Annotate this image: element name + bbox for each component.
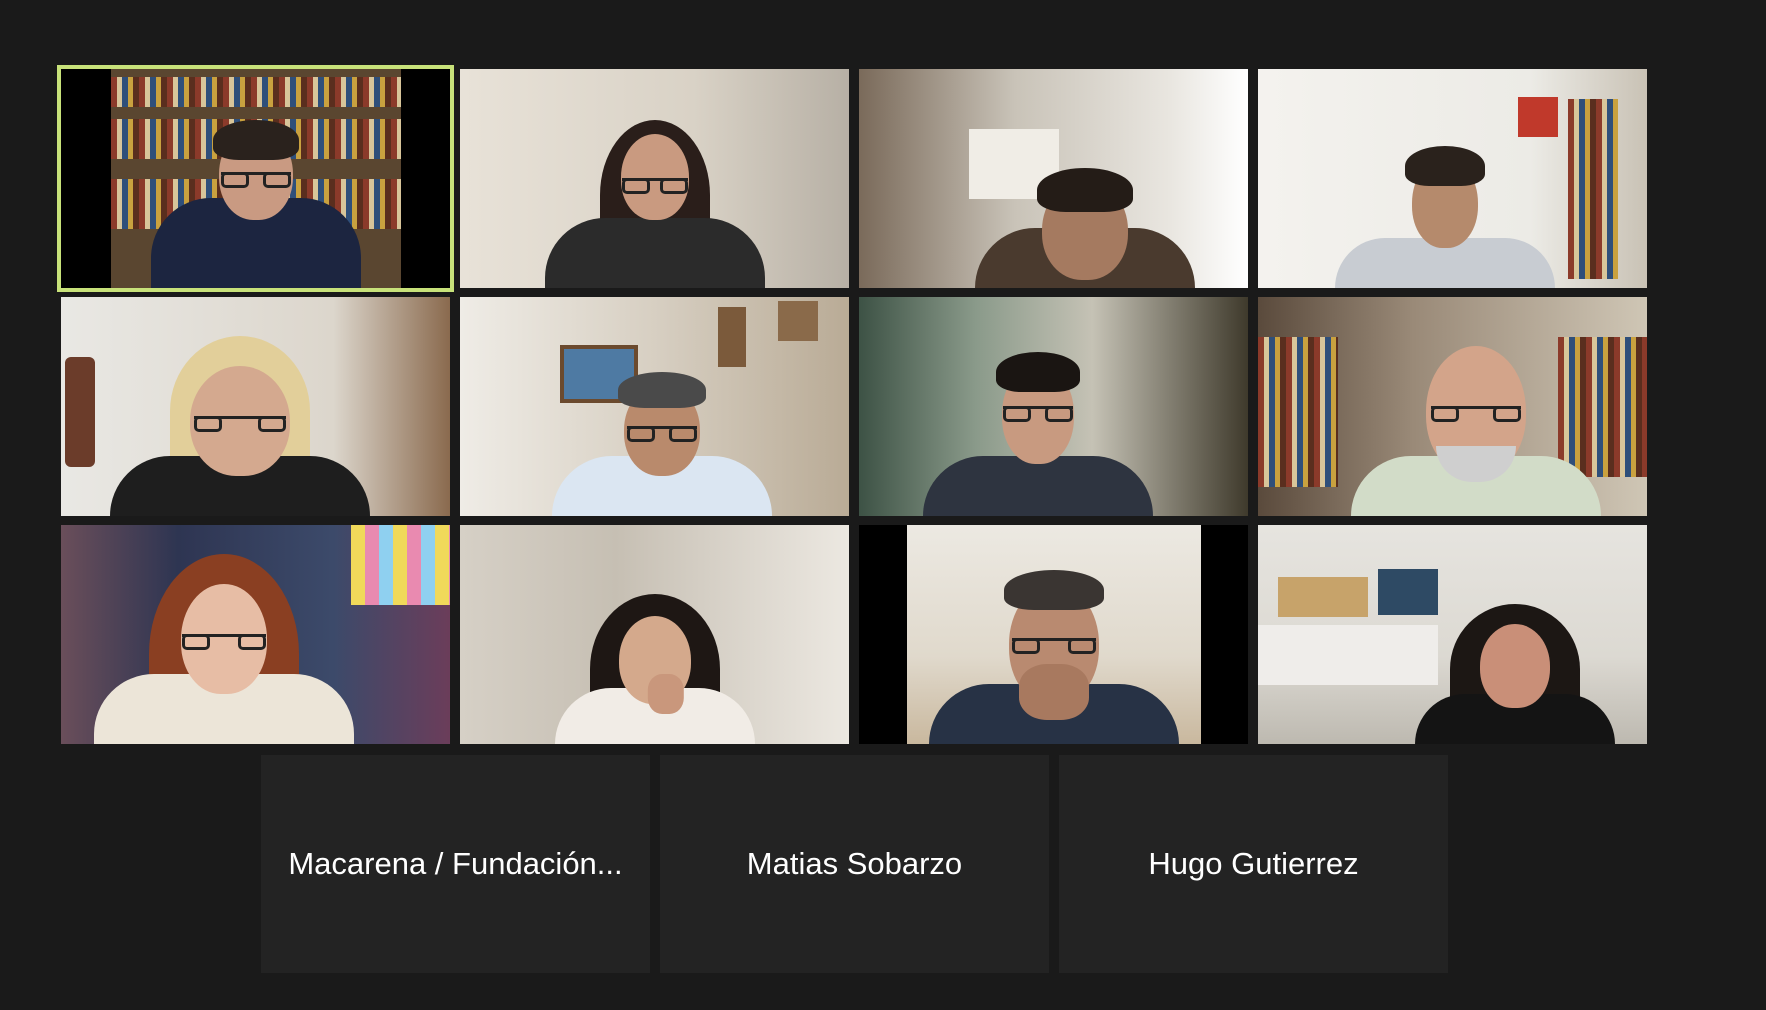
video-feed xyxy=(1258,297,1647,516)
participant-name-tile[interactable]: Hugo Gutierrez xyxy=(1059,755,1448,973)
video-feed xyxy=(1258,525,1647,744)
video-feed xyxy=(460,297,849,516)
video-tile-participant-12[interactable] xyxy=(1258,525,1647,744)
video-tile-participant-7[interactable] xyxy=(859,297,1248,516)
participant-name: Matias Sobarzo xyxy=(746,846,963,881)
video-feed xyxy=(460,525,849,744)
video-feed xyxy=(859,69,1248,288)
video-tile-participant-1[interactable] xyxy=(57,65,454,292)
video-grid xyxy=(57,65,1647,744)
video-tile-participant-5[interactable] xyxy=(61,297,450,516)
video-tile-participant-11[interactable] xyxy=(859,525,1248,744)
video-feed xyxy=(859,297,1248,516)
video-tile-participant-8[interactable] xyxy=(1258,297,1647,516)
video-feed xyxy=(61,525,450,744)
video-tile-participant-3[interactable] xyxy=(859,69,1248,288)
video-feed xyxy=(61,297,450,516)
video-tile-participant-6[interactable] xyxy=(460,297,849,516)
video-tile-participant-2[interactable] xyxy=(460,69,849,288)
meeting-gallery-view: Macarena / Fundación... Matias Sobarzo H… xyxy=(0,0,1766,1010)
video-feed xyxy=(859,525,1248,744)
participant-name: Hugo Gutierrez xyxy=(1148,846,1359,881)
video-tile-participant-4[interactable] xyxy=(1258,69,1647,288)
video-feed xyxy=(61,69,450,288)
participant-name: Macarena / Fundación... xyxy=(288,846,623,881)
participant-name-tile[interactable]: Matias Sobarzo xyxy=(660,755,1049,973)
camera-off-tiles: Macarena / Fundación... Matias Sobarzo H… xyxy=(261,755,1448,973)
video-tile-participant-10[interactable] xyxy=(460,525,849,744)
video-tile-participant-9[interactable] xyxy=(61,525,450,744)
participant-name-tile[interactable]: Macarena / Fundación... xyxy=(261,755,650,973)
video-feed xyxy=(460,69,849,288)
video-feed xyxy=(1258,69,1647,288)
